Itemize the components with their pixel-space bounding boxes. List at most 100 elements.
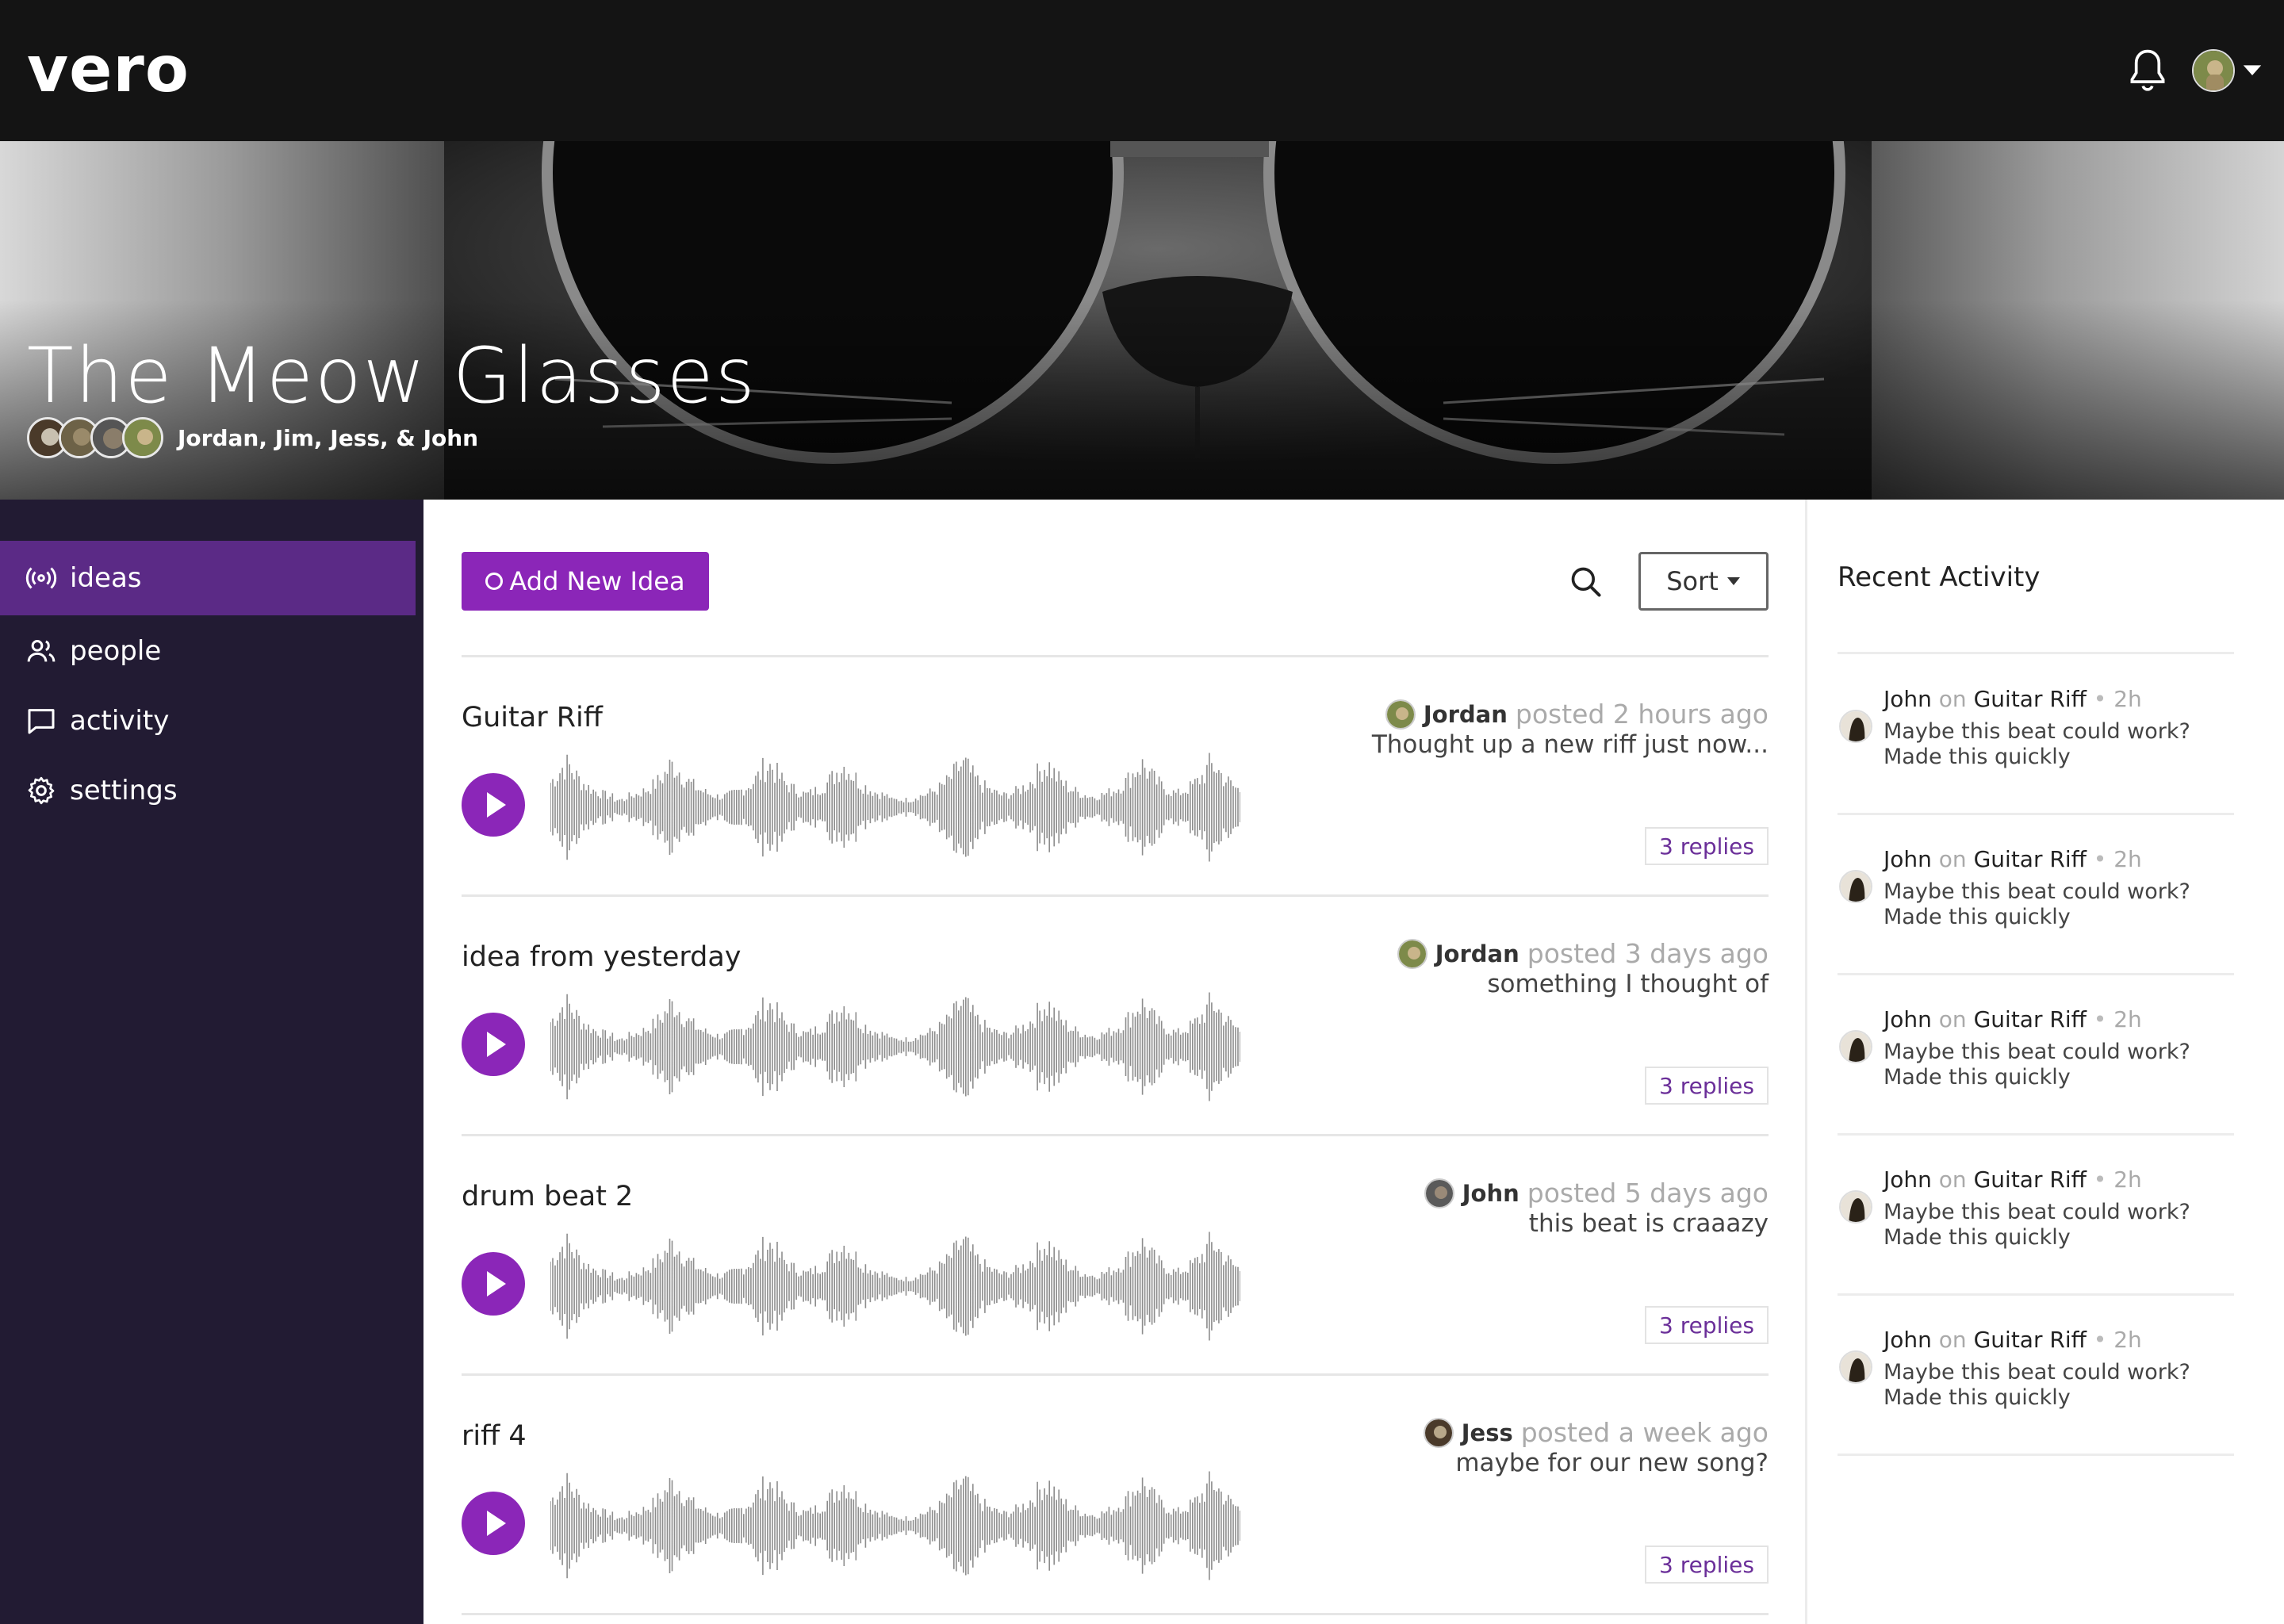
- activity-header: John on Guitar Riff • 2h: [1884, 846, 2142, 872]
- page-title: The Meow Glasses: [27, 331, 757, 420]
- activity-time: 2h: [2113, 846, 2142, 872]
- caret-down-icon: [1726, 577, 1740, 585]
- activity-item[interactable]: John on Guitar Riff • 2h Maybe this beat…: [1838, 654, 2234, 813]
- recent-activity-panel: Recent Activity John on Guitar Riff • 2h…: [1805, 500, 2284, 1624]
- idea-card[interactable]: riff 4 Jess posted a week ago maybe for …: [462, 1376, 1769, 1615]
- replies-button[interactable]: 3 replies: [1645, 1306, 1769, 1344]
- bell-icon[interactable]: [2125, 48, 2170, 95]
- idea-description: Thought up a new riff just now...: [1371, 730, 1769, 759]
- activity-dot: •: [2093, 686, 2107, 712]
- activity-avatar[interactable]: [1839, 870, 1872, 903]
- sidebar-item-settings[interactable]: settings: [0, 753, 416, 828]
- activity-item[interactable]: John on Guitar Riff • 2h Maybe this beat…: [1838, 1135, 2234, 1293]
- activity-time: 2h: [2113, 1327, 2142, 1353]
- play-button[interactable]: [462, 1492, 525, 1555]
- author-name[interactable]: Jess: [1462, 1419, 1513, 1446]
- idea-title[interactable]: Guitar Riff: [462, 702, 603, 733]
- play-button[interactable]: [462, 773, 525, 837]
- add-new-idea-button[interactable]: Add New Idea: [462, 552, 709, 611]
- play-icon: [487, 1032, 506, 1057]
- activity-target[interactable]: Guitar Riff: [1974, 1166, 2087, 1193]
- search-icon[interactable]: [1569, 565, 1604, 599]
- activity-dot: •: [2093, 1006, 2107, 1032]
- activity-dot: •: [2093, 846, 2107, 872]
- author-name[interactable]: John: [1462, 1180, 1519, 1207]
- activity-header: John on Guitar Riff • 2h: [1884, 1006, 2142, 1032]
- author-name[interactable]: Jordan: [1424, 701, 1508, 728]
- sort-dropdown[interactable]: Sort: [1638, 552, 1769, 611]
- sidebar-item-label: settings: [70, 775, 178, 806]
- activity-item[interactable]: John on Guitar Riff • 2h Maybe this beat…: [1838, 975, 2234, 1133]
- sidebar-item-ideas[interactable]: ideas: [0, 541, 416, 615]
- activity-dot: •: [2093, 1166, 2107, 1193]
- post-meta: Jordan posted 2 hours ago: [1385, 699, 1769, 730]
- audio-waveform[interactable]: [550, 1228, 1240, 1344]
- activity-time: 2h: [2113, 1166, 2142, 1193]
- recent-activity-title: Recent Activity: [1838, 561, 2041, 593]
- activity-target[interactable]: Guitar Riff: [1974, 846, 2087, 872]
- author-name[interactable]: Jordan: [1435, 940, 1519, 967]
- gear-icon: [28, 776, 55, 805]
- audio-waveform[interactable]: [550, 749, 1240, 865]
- activity-target[interactable]: Guitar Riff: [1974, 1327, 2087, 1353]
- activity-item[interactable]: John on Guitar Riff • 2h Maybe this beat…: [1838, 814, 2234, 973]
- activity-avatar[interactable]: [1839, 1350, 1872, 1384]
- caret-down-icon[interactable]: [2241, 60, 2263, 79]
- audio-waveform[interactable]: [550, 1468, 1240, 1584]
- idea-card[interactable]: drum beat 2 John posted 5 days ago this …: [462, 1136, 1769, 1376]
- activity-target[interactable]: Guitar Riff: [1974, 686, 2087, 712]
- idea-description: maybe for our new song?: [1455, 1449, 1769, 1477]
- idea-card[interactable]: idea from yesterday Jordan posted 3 days…: [462, 897, 1769, 1136]
- audio-waveform[interactable]: [550, 989, 1240, 1105]
- activity-body: Maybe this beat could work? Made this qu…: [1884, 1200, 2190, 1250]
- idea-title[interactable]: drum beat 2: [462, 1181, 633, 1212]
- sidebar-item-label: ideas: [70, 562, 142, 594]
- replies-button[interactable]: 3 replies: [1645, 827, 1769, 865]
- sidebar-item-activity[interactable]: activity: [0, 684, 416, 758]
- play-button[interactable]: [462, 1013, 525, 1076]
- replies-button[interactable]: 3 replies: [1645, 1067, 1769, 1105]
- activity-header: John on Guitar Riff • 2h: [1884, 686, 2142, 712]
- top-bar: vero: [0, 0, 2284, 141]
- activity-body: Maybe this beat could work? Made this qu…: [1884, 879, 2190, 929]
- post-time: posted 3 days ago: [1527, 938, 1769, 969]
- member-avatar[interactable]: [122, 417, 163, 458]
- activity-on: on: [1938, 686, 1967, 712]
- vero-logo[interactable]: vero: [27, 30, 190, 109]
- activity-time: 2h: [2113, 686, 2142, 712]
- post-meta: John posted 5 days ago: [1424, 1178, 1769, 1208]
- activity-time: 2h: [2113, 1006, 2142, 1032]
- activity-user[interactable]: John: [1884, 686, 1932, 712]
- activity-on: on: [1938, 846, 1967, 872]
- author-avatar[interactable]: [1397, 938, 1428, 969]
- activity-user[interactable]: John: [1884, 1327, 1932, 1353]
- activity-avatar[interactable]: [1839, 710, 1872, 743]
- idea-card[interactable]: Guitar Riff Jordan posted 2 hours ago Th…: [462, 657, 1769, 897]
- author-avatar[interactable]: [1423, 1417, 1454, 1448]
- activity-avatar[interactable]: [1839, 1190, 1872, 1224]
- play-button[interactable]: [462, 1252, 525, 1316]
- idea-title[interactable]: idea from yesterday: [462, 941, 742, 973]
- idea-description: this beat is craaazy: [1528, 1209, 1769, 1238]
- activity-user[interactable]: John: [1884, 846, 1932, 872]
- activity-user[interactable]: John: [1884, 1166, 1932, 1193]
- sidebar: ideas people activity settings: [0, 500, 423, 1624]
- activity-on: on: [1938, 1327, 1967, 1353]
- divider: [462, 1613, 1769, 1615]
- replies-button[interactable]: 3 replies: [1645, 1545, 1769, 1584]
- post-time: posted 2 hours ago: [1515, 699, 1769, 730]
- author-avatar[interactable]: [1385, 699, 1416, 730]
- circle-icon: [485, 573, 504, 590]
- user-avatar[interactable]: [2192, 49, 2235, 92]
- play-icon: [487, 792, 506, 818]
- sidebar-item-people[interactable]: people: [0, 614, 416, 688]
- activity-item[interactable]: John on Guitar Riff • 2h Maybe this beat…: [1838, 1295, 2234, 1454]
- activity-target[interactable]: Guitar Riff: [1974, 1006, 2087, 1032]
- idea-title[interactable]: riff 4: [462, 1420, 527, 1452]
- activity-user[interactable]: John: [1884, 1006, 1932, 1032]
- author-avatar[interactable]: [1424, 1178, 1454, 1208]
- people-icon: [27, 640, 56, 662]
- play-icon: [487, 1271, 506, 1297]
- activity-avatar[interactable]: [1839, 1030, 1872, 1063]
- play-icon: [487, 1511, 506, 1536]
